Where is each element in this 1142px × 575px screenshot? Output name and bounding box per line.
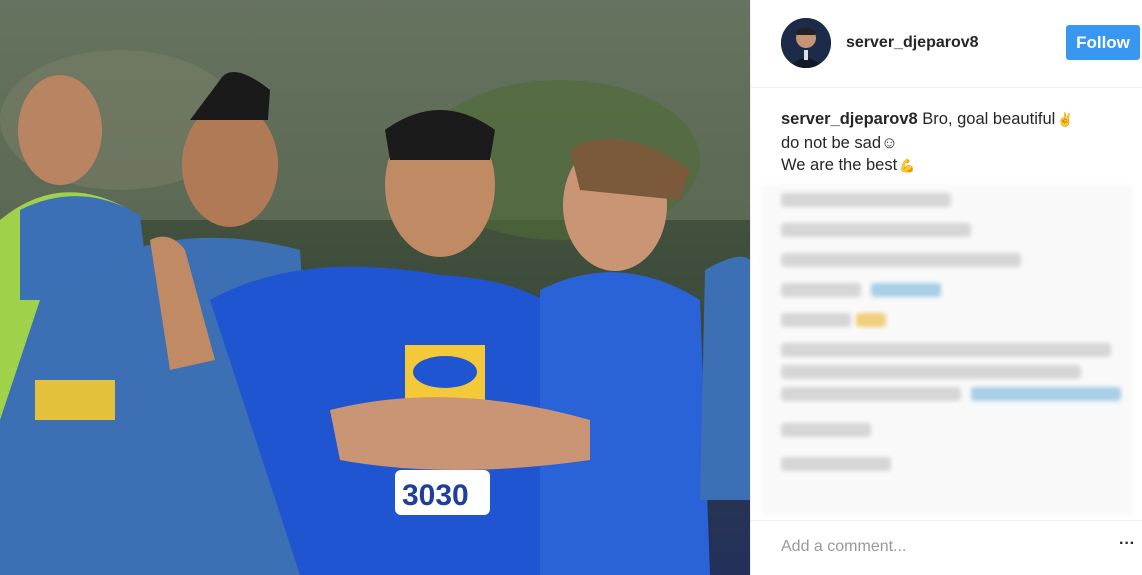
- blurred-comments: [761, 185, 1133, 515]
- follow-button[interactable]: Follow: [1066, 25, 1140, 60]
- caption-line-3: We are the best 💪: [781, 154, 1131, 178]
- post-header: server_djeparov8 Follow: [751, 0, 1142, 88]
- muscle-emoji-icon: 💪: [899, 158, 916, 173]
- post-caption: server_djeparov8 Bro, goal beautiful ✌ do…: [781, 108, 1131, 178]
- caption-text-2: do not be sad: [781, 133, 881, 152]
- svg-text:3030: 3030: [402, 479, 469, 512]
- more-options-icon[interactable]: ···: [1119, 535, 1135, 553]
- avatar-image: [781, 18, 831, 68]
- caption-line-2: do not be sad☺: [781, 132, 1131, 155]
- smile-emoji-icon: ☺: [881, 133, 898, 152]
- avatar[interactable]: [781, 18, 831, 68]
- photo-illustration: 3030: [0, 0, 750, 575]
- username-link[interactable]: server_djeparov8: [846, 34, 979, 52]
- post-side-panel: server_djeparov8 Follow server_djeparov8…: [750, 0, 1142, 575]
- post-photo[interactable]: 3030: [0, 0, 750, 575]
- comment-input[interactable]: [781, 535, 1101, 559]
- caption-line-1: server_djeparov8 Bro, goal beautiful ✌: [781, 108, 1131, 132]
- add-comment-bar: ···: [751, 520, 1142, 575]
- caption-username[interactable]: server_djeparov8: [781, 110, 918, 128]
- emoji-icon: ✌: [1057, 112, 1074, 127]
- caption-text-3: We are the best: [781, 156, 898, 174]
- caption-text-1: Bro, goal beautiful: [922, 110, 1056, 128]
